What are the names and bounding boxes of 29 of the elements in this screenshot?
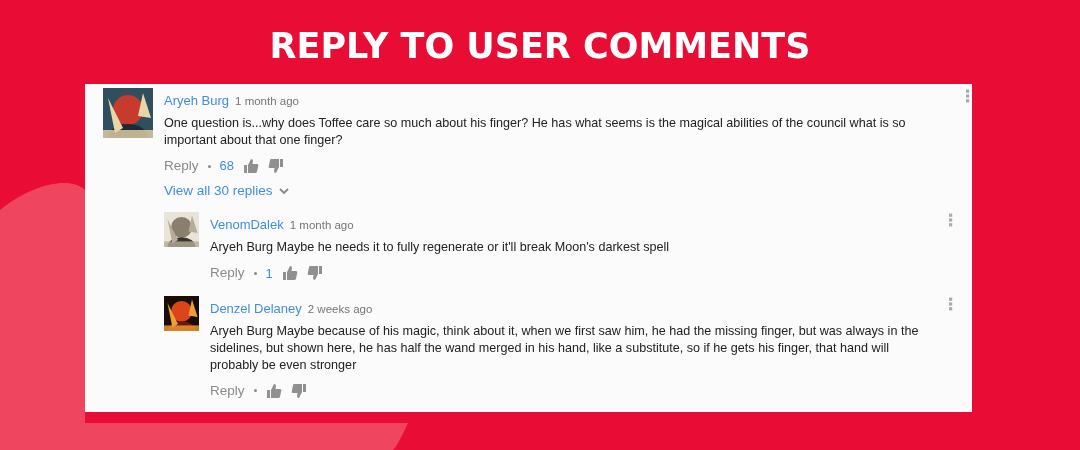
like-count: 68 (219, 157, 234, 176)
comment-time: 1 month ago (289, 219, 354, 232)
thumbs-down-icon[interactable] (306, 265, 323, 282)
comment-time: 2 weeks ago (307, 302, 373, 315)
comment-text: Aryeh Burg Maybe because of his magic, think about it, when we first saw him, he had the missing finger, but was always in the sidelines, but shown here, he has half the wand merged in his hand, like a substitute, so if he gets his finger, that hand will probably be even stronger (210, 322, 920, 374)
thumbs-up-icon[interactable] (243, 158, 259, 175)
thumbs-down-icon[interactable] (268, 158, 284, 175)
reply-button[interactable]: Reply (210, 380, 245, 401)
menu-icon[interactable] (966, 88, 970, 104)
thumbs-up-icon[interactable] (265, 382, 282, 399)
thumbs-up-icon[interactable] (281, 265, 298, 282)
menu-icon[interactable] (949, 295, 953, 312)
chevron-down-icon[interactable] (278, 187, 289, 195)
author-link[interactable]: Aryeh Burg (164, 93, 230, 108)
reply-button[interactable]: Reply (164, 156, 199, 177)
comment-text: Aryeh Burg Maybe he needs it to fully regenerate or it'll break Moon's darkest spell (210, 239, 671, 257)
separator-dot (253, 271, 257, 275)
reply-button[interactable]: Reply (210, 263, 245, 284)
separator-dot (207, 164, 211, 168)
page-heading: REPLY TO USER COMMENTS (269, 29, 811, 64)
menu-icon[interactable] (949, 212, 953, 229)
author-link[interactable]: VenomDalek (210, 217, 284, 233)
author-link[interactable]: Denzel Delaney (210, 300, 302, 316)
comment-text: One question is...why does Toffee care so much about his finger? He has what seems is the magical abilities of the council what is so important about that one finger? (164, 115, 907, 149)
separator-dot (253, 389, 257, 393)
like-count: 1 (265, 264, 273, 283)
thumbs-down-icon[interactable] (290, 382, 307, 399)
comment-time: 1 month ago (235, 95, 299, 107)
view-replies-link[interactable]: View all 30 replies (164, 181, 289, 202)
